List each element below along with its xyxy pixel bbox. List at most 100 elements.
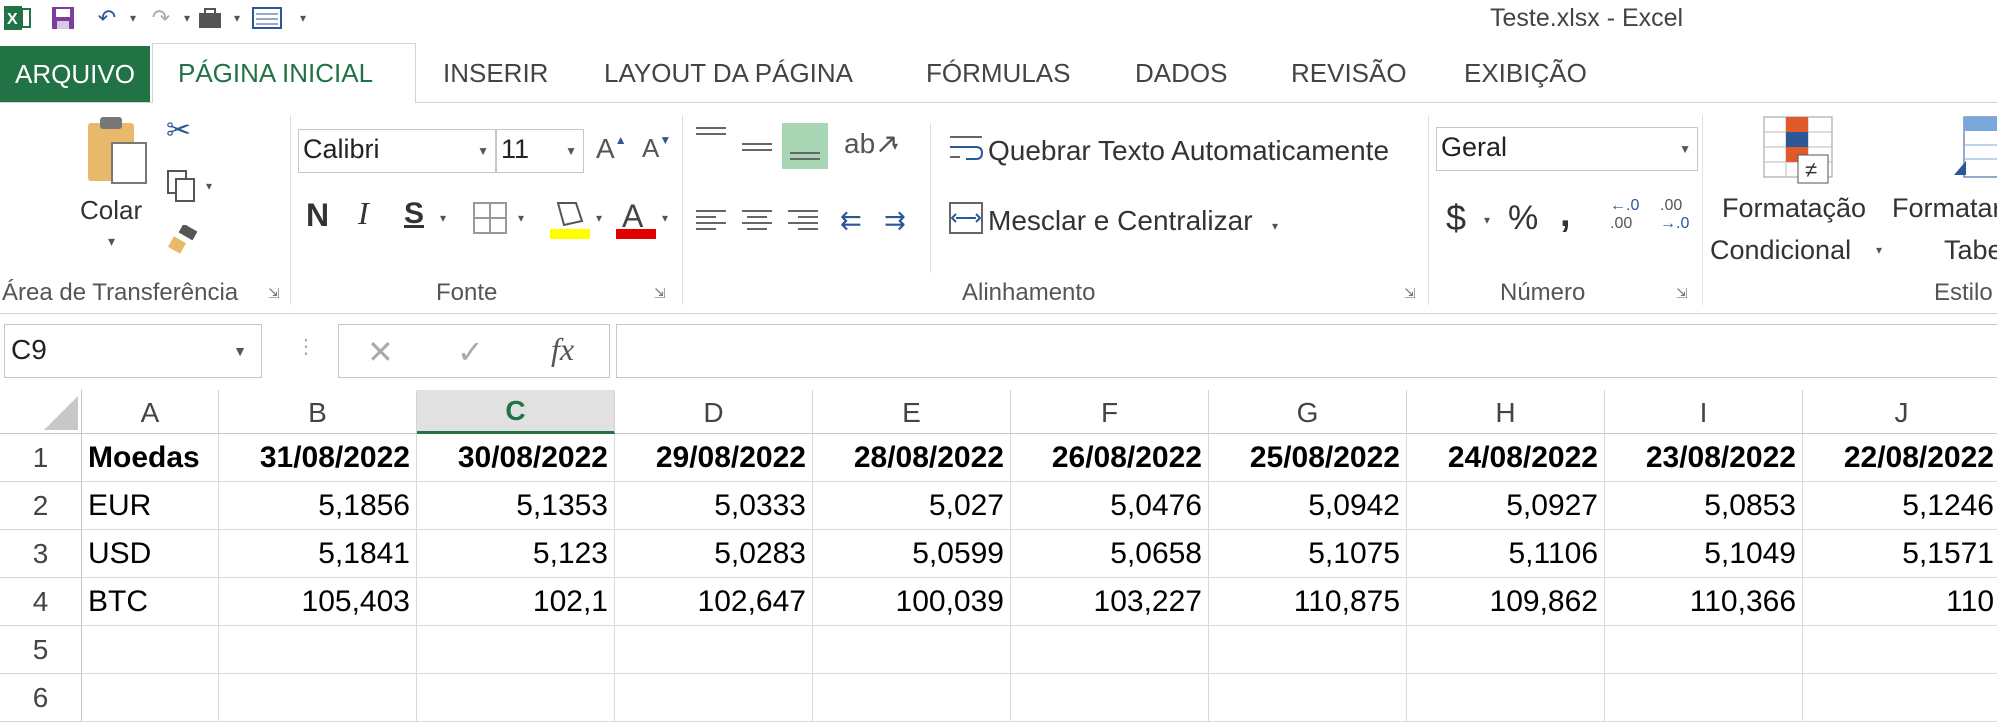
column-header-d[interactable]: D [615, 390, 813, 434]
orientation-icon[interactable]: ab↗ [844, 127, 899, 160]
cell-g2[interactable]: 5,0942 [1209, 482, 1407, 530]
column-header-j[interactable]: J [1803, 390, 1997, 434]
borders-icon[interactable] [472, 201, 508, 242]
cell-j2[interactable]: 5,1246 [1803, 482, 1997, 530]
cell-c1[interactable]: 30/08/2022 [417, 434, 615, 482]
column-header-c[interactable]: C [417, 390, 615, 434]
undo-dropdown-icon[interactable]: ▾ [118, 4, 148, 32]
align-left-icon[interactable] [694, 207, 728, 240]
cut-icon[interactable]: ✂ [166, 113, 191, 148]
tab-data[interactable]: DADOS [1135, 58, 1227, 89]
cancel-icon[interactable]: ✕ [367, 333, 394, 371]
cell-i3[interactable]: 5,1049 [1605, 530, 1803, 578]
cell-j3[interactable]: 5,1571 [1803, 530, 1997, 578]
underline-button[interactable]: S [404, 197, 424, 231]
decrease-indent-icon[interactable]: ⇇ [840, 205, 862, 236]
shrink-font-icon[interactable]: A▼ [642, 133, 671, 164]
merge-center-icon[interactable] [948, 201, 984, 242]
currency-dropdown-icon[interactable]: ▾ [1484, 213, 1490, 227]
cell-b6[interactable] [219, 674, 417, 722]
cell-e4[interactable]: 100,039 [813, 578, 1011, 626]
select-all-button[interactable] [0, 390, 82, 434]
cell-f2[interactable]: 5,0476 [1011, 482, 1209, 530]
column-header-e[interactable]: E [813, 390, 1011, 434]
enter-icon[interactable]: ✓ [457, 333, 484, 371]
row-header-1[interactable]: 1 [0, 434, 82, 482]
cell-j1[interactable]: 22/08/2022 [1803, 434, 1997, 482]
cell-c2[interactable]: 5,1353 [417, 482, 615, 530]
merge-center-button[interactable]: Mesclar e Centralizar [988, 205, 1253, 237]
cell-f5[interactable] [1011, 626, 1209, 674]
cell-a2[interactable]: EUR [82, 482, 219, 530]
align-top-icon[interactable] [694, 125, 728, 156]
decrease-decimal-icon[interactable]: .00 →.0 [1660, 197, 1689, 233]
fill-color-icon[interactable] [548, 197, 592, 248]
alignment-launcher-icon[interactable]: ⇲ [1404, 285, 1418, 301]
row-header-4[interactable]: 4 [0, 578, 82, 626]
copy-icon[interactable] [166, 169, 200, 210]
cell-g1[interactable]: 25/08/2022 [1209, 434, 1407, 482]
cell-d5[interactable] [615, 626, 813, 674]
tab-view[interactable]: EXIBIÇÃO [1464, 58, 1587, 89]
cell-d6[interactable] [615, 674, 813, 722]
cell-e3[interactable]: 5,0599 [813, 530, 1011, 578]
row-header-3[interactable]: 3 [0, 530, 82, 578]
cell-e1[interactable]: 28/08/2022 [813, 434, 1011, 482]
cell-f1[interactable]: 26/08/2022 [1011, 434, 1209, 482]
align-middle-icon[interactable] [740, 135, 774, 166]
currency-button[interactable]: $ [1446, 197, 1466, 239]
cell-j5[interactable] [1803, 626, 1997, 674]
row-header-6[interactable]: 6 [0, 674, 82, 722]
cell-i6[interactable] [1605, 674, 1803, 722]
drag-handle-icon[interactable]: ⋮ [296, 334, 316, 359]
cell-i5[interactable] [1605, 626, 1803, 674]
cell-c3[interactable]: 5,123 [417, 530, 615, 578]
paste-dropdown-icon[interactable]: ▾ [108, 233, 115, 250]
cell-h5[interactable] [1407, 626, 1605, 674]
cell-g5[interactable] [1209, 626, 1407, 674]
cell-c5[interactable] [417, 626, 615, 674]
cell-a1[interactable]: Moedas [82, 434, 219, 482]
customize-qat-icon[interactable]: ▾ [288, 4, 318, 32]
format-painter-icon[interactable] [166, 223, 200, 262]
copy-dropdown-icon[interactable]: ▾ [206, 179, 212, 193]
cell-g6[interactable] [1209, 674, 1407, 722]
cell-b3[interactable]: 5,1841 [219, 530, 417, 578]
increase-indent-icon[interactable]: ⇉ [884, 205, 906, 236]
form-tools-dropdown-icon[interactable]: ▾ [222, 4, 252, 32]
fill-color-dropdown-icon[interactable]: ▾ [596, 211, 602, 225]
increase-decimal-icon[interactable]: ←.0.00 [1610, 197, 1639, 233]
cell-f4[interactable]: 103,227 [1011, 578, 1209, 626]
chevron-down-icon[interactable]: ▼ [233, 343, 247, 359]
formula-input[interactable] [616, 324, 1997, 378]
tab-insert[interactable]: INSERIR [443, 58, 548, 89]
cell-a3[interactable]: USD [82, 530, 219, 578]
font-launcher-icon[interactable]: ⇲ [654, 285, 668, 301]
cell-i2[interactable]: 5,0853 [1605, 482, 1803, 530]
cell-h6[interactable] [1407, 674, 1605, 722]
align-bottom-button[interactable] [782, 123, 828, 169]
font-color-dropdown-icon[interactable]: ▾ [662, 211, 668, 225]
italic-button[interactable]: I [358, 195, 369, 232]
number-launcher-icon[interactable]: ⇲ [1676, 285, 1690, 301]
number-format-combo[interactable]: Geral ▼ [1436, 127, 1698, 171]
insert-function-button[interactable]: fx [551, 331, 574, 368]
column-header-g[interactable]: G [1209, 390, 1407, 434]
cell-d1[interactable]: 29/08/2022 [615, 434, 813, 482]
cell-e5[interactable] [813, 626, 1011, 674]
cell-f6[interactable] [1011, 674, 1209, 722]
cell-c6[interactable] [417, 674, 615, 722]
cell-h2[interactable]: 5,0927 [1407, 482, 1605, 530]
conditional-formatting-dropdown-icon[interactable]: ▾ [1876, 243, 1882, 257]
merge-dropdown-icon[interactable]: ▾ [1272, 219, 1278, 233]
cell-h1[interactable]: 24/08/2022 [1407, 434, 1605, 482]
orientation-dropdown-icon[interactable]: ▾ [892, 139, 898, 153]
bold-button[interactable]: N [306, 197, 329, 234]
cell-i4[interactable]: 110,366 [1605, 578, 1803, 626]
cell-g3[interactable]: 5,1075 [1209, 530, 1407, 578]
tab-file[interactable]: ARQUIVO [0, 46, 150, 102]
tab-formulas[interactable]: FÓRMULAS [926, 58, 1070, 89]
align-right-icon[interactable] [786, 207, 820, 240]
cell-c4[interactable]: 102,1 [417, 578, 615, 626]
borders-dropdown-icon[interactable]: ▾ [518, 211, 524, 225]
